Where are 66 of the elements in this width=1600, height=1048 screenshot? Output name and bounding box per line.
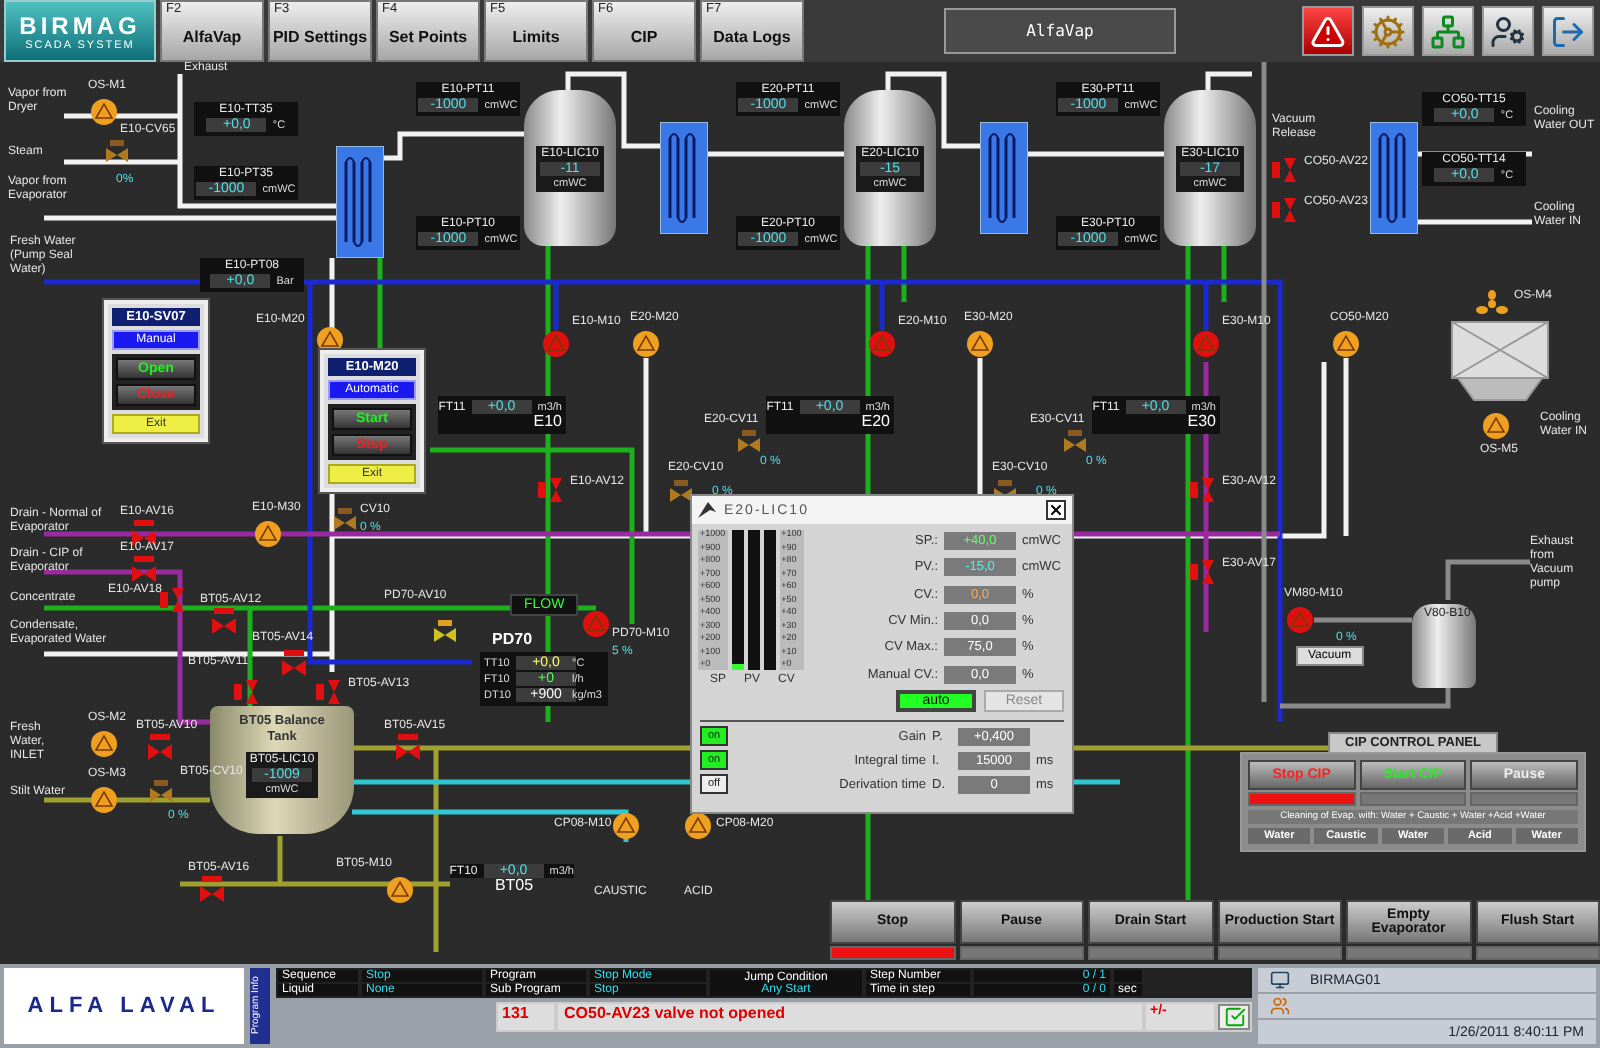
control-valve-icon xyxy=(334,508,356,530)
valve-icon xyxy=(212,608,236,634)
exit-icon xyxy=(1550,13,1586,49)
network-button[interactable] xyxy=(1422,6,1474,56)
pipe xyxy=(1205,71,1252,90)
heat-exchanger-drawing xyxy=(660,122,708,234)
valve-icon xyxy=(1190,478,1218,502)
alarm-code: 131 xyxy=(498,1004,554,1030)
pipe xyxy=(1026,151,1164,157)
pipe xyxy=(1418,219,1532,225)
screen-title: AlfaVap xyxy=(944,8,1176,54)
heat-exchanger-drawing xyxy=(980,122,1028,234)
control-valve-icon xyxy=(434,620,456,642)
alarm-message: CO50-AV23 valve not opened xyxy=(558,1004,1142,1030)
control-valve-icon xyxy=(106,140,128,162)
valve-icon xyxy=(1190,560,1218,584)
warning-icon xyxy=(1310,13,1346,49)
network-icon xyxy=(1430,13,1466,49)
user-button[interactable] xyxy=(1482,6,1534,56)
user-icon xyxy=(1490,13,1526,49)
users-icon xyxy=(1270,996,1290,1016)
unit-name: E10 xyxy=(533,414,562,430)
app-icon xyxy=(698,502,716,518)
pipe xyxy=(706,151,844,157)
valve-icon xyxy=(282,650,306,676)
control-valve-icon xyxy=(670,480,692,502)
close-icon xyxy=(1048,502,1064,518)
acknowledge-button[interactable] xyxy=(1218,1004,1250,1030)
unit-name: E20 xyxy=(861,414,890,430)
exit-button[interactable] xyxy=(1542,6,1594,56)
valve-icon xyxy=(316,680,344,704)
valve-icon xyxy=(1272,158,1300,182)
valve-icon xyxy=(234,680,262,704)
pipe xyxy=(565,71,660,149)
panel-title: PD70 xyxy=(492,630,533,648)
pipe xyxy=(885,71,980,149)
control-valve-icon xyxy=(150,780,172,802)
alarm-button[interactable] xyxy=(1302,6,1354,56)
fan-icon xyxy=(1476,290,1508,318)
valve-icon xyxy=(1272,198,1300,222)
valve-icon xyxy=(200,876,224,902)
control-valve-icon xyxy=(738,430,760,452)
unit-name: BT05 xyxy=(494,878,534,894)
computer-icon xyxy=(1270,970,1290,990)
unit-name: E30 xyxy=(1187,414,1216,430)
pipe xyxy=(384,131,524,161)
vacuum-vessel xyxy=(1412,604,1476,688)
checkbox-icon xyxy=(1223,1006,1245,1028)
pipe xyxy=(1314,617,1412,623)
heat-exchanger-drawing xyxy=(336,146,384,258)
logo-title: BIRMAG xyxy=(19,11,141,39)
level-bar xyxy=(763,530,776,670)
valve-icon xyxy=(538,478,566,502)
settings-icon xyxy=(1370,13,1406,49)
control-valve-icon xyxy=(1064,430,1086,452)
valve-icon xyxy=(396,734,420,760)
heat-exchanger-drawing xyxy=(1370,122,1418,234)
cooling-tower-drawing xyxy=(1450,320,1550,404)
settings-button[interactable] xyxy=(1362,6,1414,56)
pipe xyxy=(1445,559,1530,600)
company-logo: ALFA LAVAL xyxy=(4,968,244,1044)
valve-icon xyxy=(148,734,172,760)
level-bar xyxy=(747,530,760,670)
close-button[interactable] xyxy=(1046,500,1066,520)
valve-icon xyxy=(160,588,188,612)
valve-icon xyxy=(132,556,156,582)
